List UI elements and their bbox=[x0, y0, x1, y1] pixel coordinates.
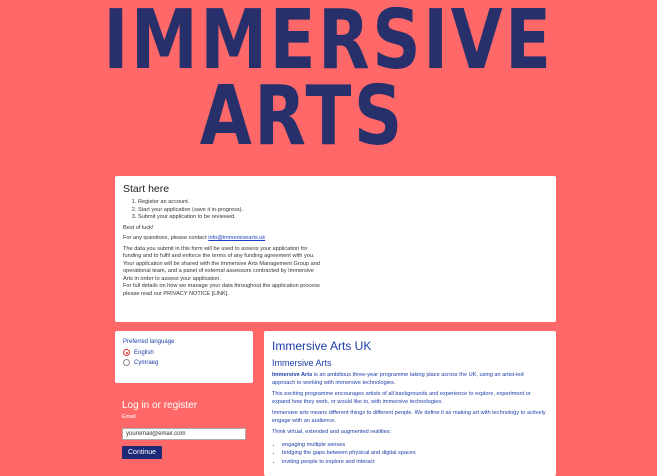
logo-line-2: ARTS bbox=[199, 69, 405, 164]
language-option-label: English bbox=[134, 349, 154, 356]
email-field[interactable] bbox=[122, 428, 246, 440]
data-usage-text: The data you submit in this form will be… bbox=[123, 246, 323, 299]
login-section: Log in or register Email Continue bbox=[122, 400, 252, 459]
info-title: Immersive Arts UK bbox=[272, 339, 372, 353]
info-paragraph-4: Think virtual, extended and augmented re… bbox=[272, 429, 392, 435]
language-option-english[interactable]: English bbox=[123, 349, 245, 356]
best-of-luck-text: Best of luck! bbox=[123, 224, 154, 231]
info-paragraph-1: Immersive Arts is an ambitious three-yea… bbox=[272, 372, 548, 387]
step-item: Register an account. bbox=[138, 199, 548, 207]
preferred-language-label: Preferred language bbox=[123, 339, 175, 345]
email-label: Email bbox=[122, 414, 136, 420]
info-card: Immersive Arts UK Immersive Arts Immersi… bbox=[264, 331, 556, 476]
contact-text: For any questions, please contact info@i… bbox=[123, 235, 548, 243]
step-item: Submit your application to be reviewed. bbox=[138, 214, 548, 222]
language-card: Preferred language English Cymraeg bbox=[115, 331, 253, 383]
steps-list: Register an account. Start your applicat… bbox=[123, 199, 548, 222]
step-item: Start your application (save it in-progr… bbox=[138, 207, 548, 215]
language-option-cymraeg[interactable]: Cymraeg bbox=[123, 359, 245, 366]
data-usage-p3: For full details on how we manage your d… bbox=[123, 283, 320, 297]
start-here-title: Start here bbox=[123, 183, 170, 195]
contact-prefix: For any questions, please contact bbox=[123, 235, 209, 241]
info-paragraph-2: This exciting programme encourages artis… bbox=[272, 391, 531, 405]
radio-unselected-icon[interactable] bbox=[123, 359, 130, 366]
language-option-label: Cymraeg bbox=[134, 359, 159, 366]
data-usage-p2: Your application will be shared with the… bbox=[123, 260, 320, 282]
list-item: bridging the gaps between physical and d… bbox=[282, 449, 548, 458]
info-paragraph-3: Immersive arts means different things to… bbox=[272, 410, 546, 424]
contact-email-link[interactable]: info@immersivearts.uk bbox=[208, 235, 265, 241]
realities-list: engaging multiple senses bridging the ga… bbox=[272, 441, 548, 467]
list-item: engaging multiple senses bbox=[282, 441, 548, 450]
info-subtitle: Immersive Arts bbox=[272, 358, 332, 368]
info-p1-bold: Immersive Arts bbox=[272, 372, 313, 378]
list-item: inviting people to explore and interact bbox=[282, 458, 548, 467]
data-usage-p1: The data you submit in this form will be… bbox=[123, 245, 315, 260]
start-here-card: Start here Register an account. Start yo… bbox=[115, 176, 556, 322]
continue-button[interactable]: Continue bbox=[122, 446, 163, 459]
login-title: Log in or register bbox=[122, 400, 198, 411]
radio-selected-icon[interactable] bbox=[123, 349, 130, 356]
